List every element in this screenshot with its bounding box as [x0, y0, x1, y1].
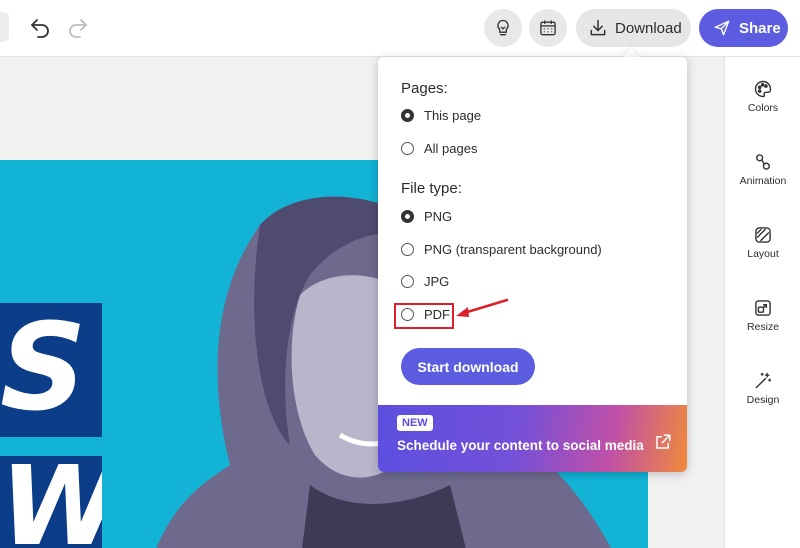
radio-button[interactable] [401, 242, 414, 256]
download-button[interactable]: Download [576, 9, 691, 47]
ideas-button[interactable] [484, 9, 522, 47]
undo-icon[interactable] [28, 16, 52, 40]
panel-item-animation[interactable]: Animation [725, 152, 800, 187]
palette-icon [754, 80, 772, 98]
panel-label-resize: Resize [746, 321, 780, 333]
option-label: This page [424, 107, 482, 123]
top-toolbar: Download Share [0, 0, 800, 57]
download-button-label: Download [615, 19, 682, 37]
radio-button-checked[interactable] [401, 108, 414, 122]
right-side-panel: Colors Animation Layout Resize Design [724, 57, 800, 548]
external-link-icon[interactable] [654, 433, 672, 451]
new-badge: NEW [397, 415, 433, 431]
magic-wand-icon [755, 372, 772, 389]
artwork-letter-block-bottom: W [0, 456, 102, 548]
radio-png[interactable]: PNG [401, 205, 452, 227]
panel-item-colors[interactable]: Colors [725, 79, 800, 114]
panel-label-design: Design [746, 394, 780, 406]
resize-icon [755, 300, 771, 316]
calendar-icon [540, 20, 556, 36]
radio-png-transparent[interactable]: PNG (transparent background) [401, 238, 602, 260]
panel-label-layout: Layout [747, 248, 779, 260]
panel-item-design[interactable]: Design [725, 371, 800, 406]
panel-item-layout[interactable]: Layout [725, 225, 800, 260]
radio-jpg[interactable]: JPG [401, 270, 449, 292]
radio-button[interactable] [401, 274, 414, 288]
download-popup: Pages: This page All pages File type: PN… [378, 57, 687, 472]
promo-text: Schedule your content to social media [397, 438, 644, 453]
option-label: JPG [424, 273, 450, 289]
share-button[interactable]: Share [699, 9, 788, 47]
panel-label-animation: Animation [739, 175, 787, 187]
option-label: PNG [424, 208, 453, 224]
radio-button-checked[interactable] [401, 209, 414, 223]
start-download-button[interactable]: Start download [401, 348, 535, 385]
pages-section-title: Pages: [401, 80, 448, 97]
redo-icon[interactable] [66, 16, 90, 40]
menu-button-stub[interactable] [0, 12, 9, 42]
animation-icon [756, 154, 770, 170]
option-label: All pages [424, 140, 478, 156]
schedule-button[interactable] [529, 9, 567, 47]
filetype-section-title: File type: [401, 180, 462, 197]
pdf-highlight-box [394, 303, 454, 329]
artwork-letter-block-top: S [0, 303, 102, 437]
share-button-label: Share [739, 19, 781, 37]
radio-all-pages[interactable]: All pages [401, 137, 477, 159]
lightbulb-icon [497, 19, 509, 36]
download-icon [590, 19, 606, 36]
annotation-arrow-icon [456, 298, 509, 317]
panel-label-colors: Colors [747, 102, 779, 114]
radio-button[interactable] [401, 141, 414, 155]
send-icon [714, 20, 730, 36]
layout-icon [755, 227, 771, 243]
radio-this-page[interactable]: This page [401, 104, 481, 126]
panel-item-resize[interactable]: Resize [725, 298, 800, 333]
social-schedule-promo[interactable]: NEW Schedule your content to social medi… [378, 405, 687, 472]
option-label: PNG (transparent background) [424, 241, 602, 257]
